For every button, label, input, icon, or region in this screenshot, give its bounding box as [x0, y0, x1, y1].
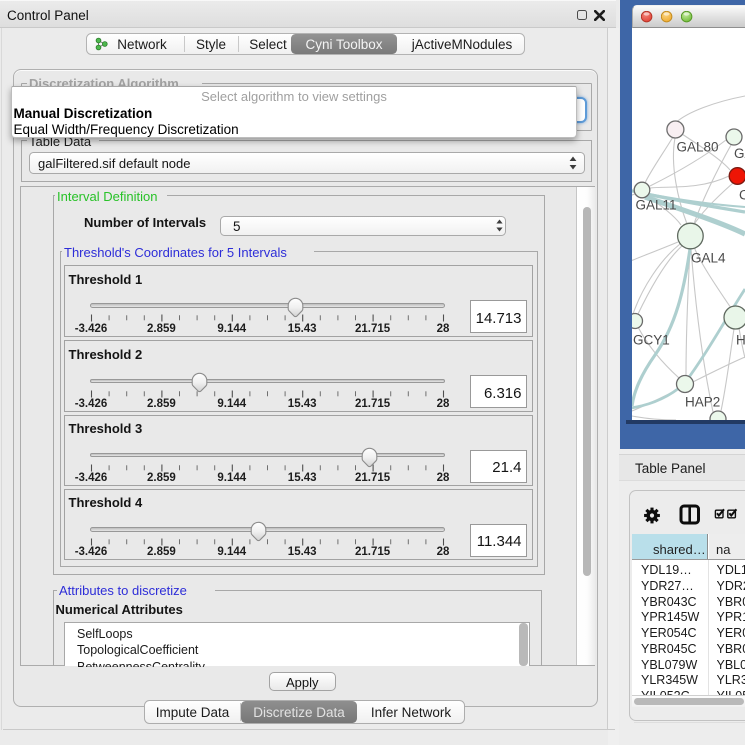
- svg-text:GA: GA: [734, 146, 745, 161]
- svg-text:GAL80: GAL80: [677, 140, 719, 155]
- svg-text:H: H: [736, 333, 745, 348]
- svg-text:GAL4: GAL4: [691, 251, 726, 266]
- svg-text:GCY1: GCY1: [633, 333, 670, 348]
- svg-text:GAL11: GAL11: [636, 198, 677, 213]
- svg-text:HAP2: HAP2: [685, 395, 720, 410]
- svg-text:C: C: [739, 188, 745, 203]
